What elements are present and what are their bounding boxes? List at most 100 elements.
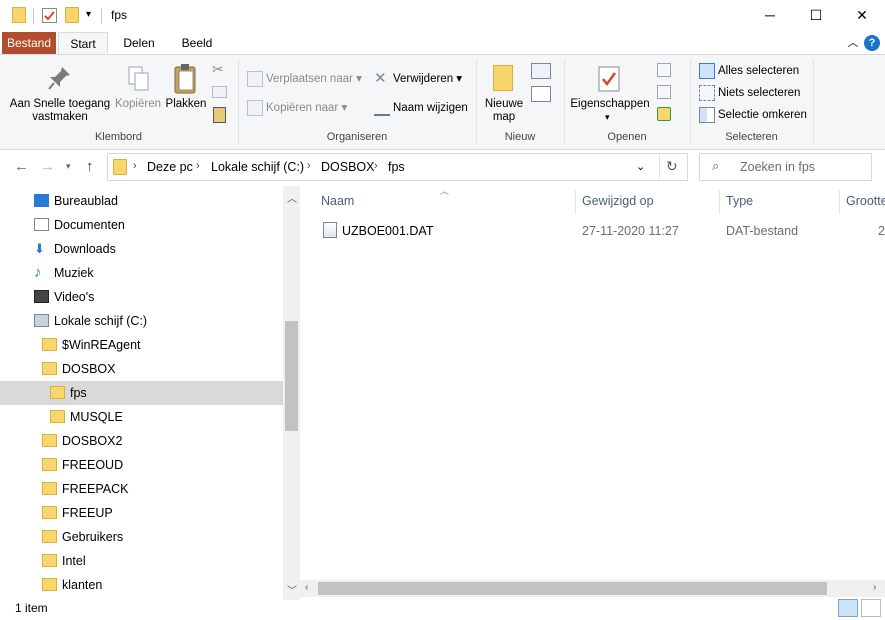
breadcrumb-item[interactable]: Deze pc xyxy=(147,160,193,174)
column-divider[interactable] xyxy=(719,190,720,214)
nav-scrollbar-thumb[interactable] xyxy=(285,321,298,431)
ribbon-tabs: Bestand Start Delen Beeld xyxy=(0,32,885,54)
search-box[interactable]: ⌕ Zoeken in fps xyxy=(699,153,872,181)
copy-to-button[interactable]: Kopiëren naar ▾ xyxy=(247,100,347,116)
easy-access-icon[interactable] xyxy=(531,86,551,102)
paste-button[interactable]: Plakken xyxy=(162,98,210,111)
pin-quick-access-button[interactable]: Aan Snelle toegang vastmaken xyxy=(5,98,115,124)
invert-selection-button[interactable]: Selectie omkeren xyxy=(699,107,807,123)
nav-item[interactable]: FREEUP xyxy=(0,501,283,525)
rename-button[interactable]: Naam wijzigen xyxy=(374,100,468,116)
folder-icon xyxy=(42,362,57,375)
nav-item[interactable]: Bureaublad xyxy=(0,189,283,213)
dat-file-icon xyxy=(323,222,337,238)
forward-icon[interactable]: → xyxy=(40,158,55,175)
nav-item[interactable]: Documenten xyxy=(0,213,283,237)
tab-delen[interactable]: Delen xyxy=(114,32,164,54)
paste-shortcut-icon[interactable] xyxy=(213,107,226,123)
properties-quick-icon[interactable] xyxy=(42,8,57,23)
properties-button[interactable]: Eigenschappen xyxy=(566,98,654,111)
nav-item[interactable]: DOSBOX xyxy=(0,357,283,381)
breadcrumb-item[interactable]: fps xyxy=(388,160,405,174)
cut-icon[interactable]: ✂ xyxy=(212,61,224,78)
column-divider[interactable] xyxy=(839,190,840,214)
search-input[interactable]: Zoeken in fps xyxy=(740,160,815,174)
nav-item-label: fps xyxy=(70,386,87,400)
scroll-up-icon[interactable]: ︿ xyxy=(287,190,297,205)
address-history-icon[interactable]: ⌄ xyxy=(636,160,645,173)
nav-item-label: Bureaublad xyxy=(54,194,118,208)
nav-item[interactable]: Intel xyxy=(0,549,283,573)
breadcrumb-separator[interactable]: › xyxy=(374,160,378,172)
file-modified: 27-11-2020 11:27 xyxy=(582,224,679,238)
nav-item[interactable]: ⬇ Downloads xyxy=(0,237,283,261)
minimize-button[interactable]: ─ xyxy=(747,0,793,30)
nav-item[interactable]: FREEOUD xyxy=(0,453,283,477)
scroll-down-icon[interactable]: ﹀ xyxy=(287,582,297,597)
item-count: 1 item xyxy=(15,601,48,615)
divider xyxy=(659,154,660,180)
breadcrumb-separator[interactable]: › xyxy=(307,160,311,172)
new-folder-icon xyxy=(493,65,513,91)
nav-item[interactable]: Video's xyxy=(0,285,283,309)
new-folder-quick-icon[interactable] xyxy=(65,7,79,23)
refresh-icon[interactable]: ↻ xyxy=(666,158,678,175)
back-icon[interactable]: ← xyxy=(14,158,29,175)
tab-beeld[interactable]: Beeld xyxy=(170,32,224,54)
move-to-button[interactable]: Verplaatsen naar ▾ xyxy=(247,71,362,87)
customize-quick-access-icon[interactable]: ▾ xyxy=(86,9,91,20)
collapse-ribbon-icon[interactable]: ︿ xyxy=(845,35,861,51)
folder-icon xyxy=(50,410,65,423)
nav-item[interactable]: MUSQLE xyxy=(0,405,283,429)
up-icon[interactable]: ↑ xyxy=(86,158,94,175)
delete-button[interactable]: ✕ Verwijderen ▾ xyxy=(374,71,462,87)
tab-start[interactable]: Start xyxy=(58,32,108,54)
scroll-left-icon[interactable]: ‹ xyxy=(305,582,308,593)
breadcrumb-item[interactable]: Lokale schijf (C:) xyxy=(211,160,304,174)
scroll-right-icon[interactable]: › xyxy=(873,582,876,593)
recent-locations-icon[interactable]: ▾ xyxy=(66,161,71,172)
column-header-name[interactable]: Naam xyxy=(321,194,354,208)
address-bar[interactable]: › Deze pc › Lokale schijf (C:) › DOSBOX … xyxy=(107,153,688,181)
breadcrumb-separator[interactable]: › xyxy=(133,160,137,172)
nav-item[interactable]: $WinREAgent xyxy=(0,333,283,357)
rename-label: Naam wijzigen xyxy=(393,102,468,115)
nav-item[interactable]: Gebruikers xyxy=(0,525,283,549)
column-header-size[interactable]: Grootte xyxy=(846,194,885,208)
history-icon[interactable] xyxy=(657,107,671,121)
drive-icon xyxy=(34,314,49,327)
select-all-button[interactable]: Alles selecteren xyxy=(699,63,799,79)
nav-item[interactable]: klanten xyxy=(0,573,283,597)
nav-item-label: $WinREAgent xyxy=(62,338,141,352)
close-button[interactable]: ✕ xyxy=(839,0,885,30)
column-header-type[interactable]: Type xyxy=(726,194,753,208)
copy-path-icon[interactable] xyxy=(212,86,227,98)
properties-dropdown-icon[interactable]: ▾ xyxy=(605,112,610,123)
documents-icon xyxy=(34,218,49,231)
folder-icon xyxy=(42,338,57,351)
nav-item[interactable]: Lokale schijf (C:) xyxy=(0,309,283,333)
nav-item[interactable]: fps xyxy=(0,381,283,405)
new-item-icon[interactable] xyxy=(531,63,551,79)
open-icon[interactable] xyxy=(657,63,671,77)
nav-item[interactable]: DOSBOX2 xyxy=(0,429,283,453)
copy-button[interactable]: Kopiëren xyxy=(114,98,162,111)
table-row[interactable]: UZBOE001.DAT 27-11-2020 11:27 DAT-bestan… xyxy=(300,218,885,242)
details-view-icon[interactable] xyxy=(838,599,858,617)
column-header-modified[interactable]: Gewijzigd op xyxy=(582,194,654,208)
breadcrumb-item[interactable]: DOSBOX xyxy=(321,160,375,174)
horizontal-scrollbar-thumb[interactable] xyxy=(318,582,827,595)
column-divider[interactable] xyxy=(575,190,576,214)
maximize-button[interactable]: ☐ xyxy=(793,0,839,30)
select-none-button[interactable]: Niets selecteren xyxy=(699,85,800,101)
tab-bestand[interactable]: Bestand xyxy=(2,32,56,54)
file-size: 2 xyxy=(878,224,885,238)
breadcrumb-separator[interactable]: › xyxy=(196,160,200,172)
nav-item[interactable]: FREEPACK xyxy=(0,477,283,501)
new-folder-button[interactable]: Nieuwe map xyxy=(480,98,528,124)
pin-icon xyxy=(48,65,72,94)
help-icon[interactable]: ? xyxy=(864,35,880,51)
large-icons-view-icon[interactable] xyxy=(861,599,881,617)
nav-item[interactable]: ♪ Muziek xyxy=(0,261,283,285)
edit-icon[interactable] xyxy=(657,85,671,99)
